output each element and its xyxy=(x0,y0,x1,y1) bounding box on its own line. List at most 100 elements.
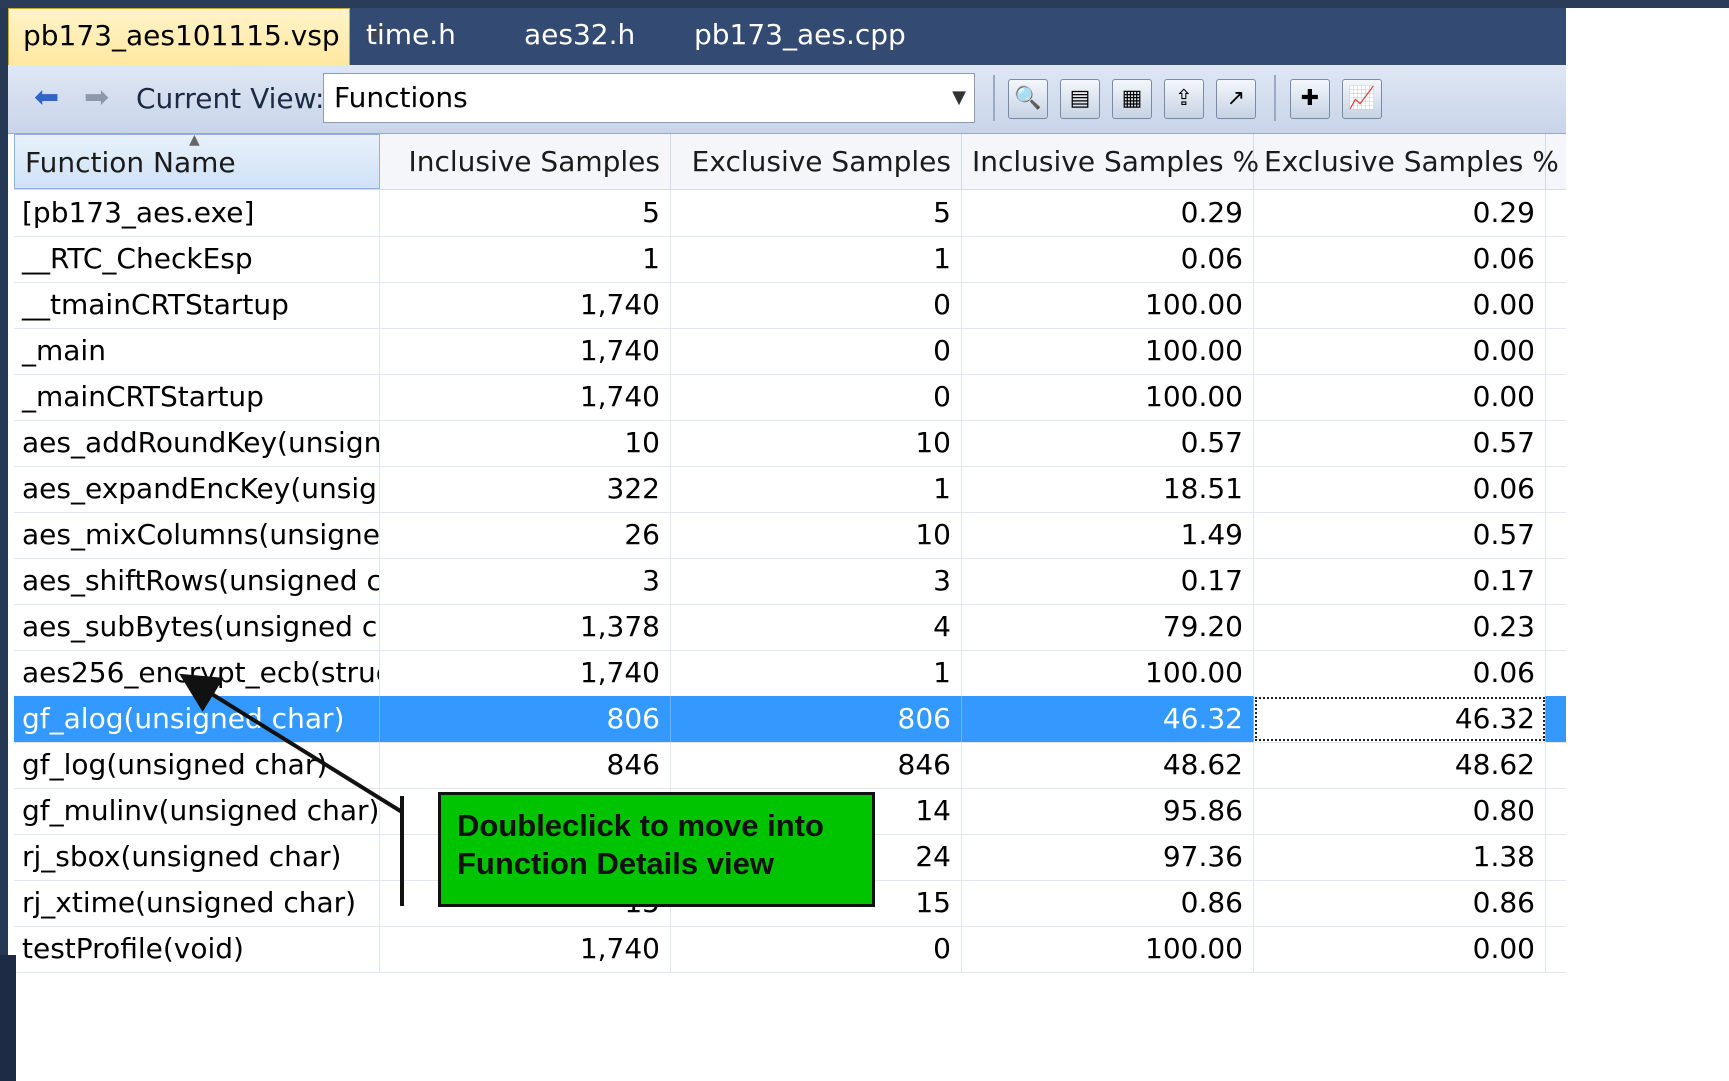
column-header-inclusive-percent[interactable]: Inclusive Samples % xyxy=(962,134,1259,189)
cell-inclusive-samples: 26 xyxy=(380,512,671,558)
cell-exclusive-samples: 4 xyxy=(671,604,962,650)
table-row[interactable]: aes_addRoundKey(unsigned 10 10 0.57 0.57 xyxy=(14,420,1566,467)
tab-vsp-report[interactable]: pb173_aes101115.vsp ✕ xyxy=(8,8,387,65)
table-row[interactable]: __RTC_CheckEsp 1 1 0.06 0.06 xyxy=(14,236,1566,283)
table-row[interactable]: _main 1,740 0 100.00 0.00 xyxy=(14,328,1566,375)
callout-line-2: Function Details view xyxy=(457,846,774,881)
cell-inclusive-percent: 100.00 xyxy=(962,282,1254,328)
cell-exclusive-percent: 0.23 xyxy=(1254,604,1546,650)
cell-inclusive-percent: 100.00 xyxy=(962,374,1254,420)
chevron-down-icon[interactable]: ▼ xyxy=(952,74,966,122)
cell-inclusive-percent: 0.06 xyxy=(962,236,1254,282)
report-toolbar: ⬅ ➡ Current View: Functions ▼ 🔍 ▤ ▦ ⇪ ↗ … xyxy=(8,65,1566,134)
cell-exclusive-percent: 0.00 xyxy=(1254,282,1546,328)
cell-inclusive-percent: 0.57 xyxy=(962,420,1254,466)
cell-inclusive-percent: 46.32 xyxy=(962,696,1254,742)
current-view-select[interactable]: Functions ▼ xyxy=(323,73,975,123)
table-row[interactable]: gf_alog(unsigned char) 806 806 46.32 46.32 xyxy=(14,696,1566,743)
export-icon[interactable]: ⇪ xyxy=(1164,79,1204,119)
table-row[interactable]: aes256_encrypt_ecb(struct a1,7401100.000… xyxy=(14,650,1566,697)
table-row[interactable]: [pb173_aes.exe] 5 5 0.29 0.29 xyxy=(14,190,1566,237)
table-row[interactable]: aes_expandEncKey(unsigned322118.510.06 xyxy=(14,466,1566,513)
cell-exclusive-samples: 0 xyxy=(671,374,962,420)
show-code-icon[interactable]: ▤ xyxy=(1060,79,1100,119)
toolbar-separator xyxy=(993,75,995,121)
table-row[interactable]: __tmainCRTStartup 1,740 0 100.00 0.00 xyxy=(14,282,1566,329)
cell-function-name: aes256_encrypt_ecb(struct a xyxy=(14,650,380,696)
table-row[interactable]: gf_log(unsigned char) 846 846 48.62 48.62 xyxy=(14,742,1566,789)
column-header-exclusive-samples[interactable]: Exclusive Samples xyxy=(671,134,962,189)
document-tab-strip: pb173_aes101115.vsp ✕ time.h aes32.h pb17… xyxy=(8,8,1566,65)
cell-exclusive-samples: 1 xyxy=(671,466,962,512)
cell-function-name: _mainCRTStartup xyxy=(14,374,380,420)
cell-inclusive-samples: 1,740 xyxy=(380,374,671,420)
cell-function-name: aes_mixColumns(unsigned c xyxy=(14,512,380,558)
tab-time-h[interactable]: time.h xyxy=(352,8,470,65)
compare-icon[interactable]: ▦ xyxy=(1112,79,1152,119)
cell-exclusive-percent: 48.62 xyxy=(1254,742,1546,788)
add-columns-icon[interactable]: ✚ xyxy=(1290,79,1330,119)
column-header-exclusive-percent[interactable]: Exclusive Samples % xyxy=(1254,134,1559,189)
cell-inclusive-percent: 18.51 xyxy=(962,466,1254,512)
cell-exclusive-samples: 3 xyxy=(671,558,962,604)
cell-exclusive-samples: 806 xyxy=(671,696,962,742)
callout-line-1: Doubleclick to move into xyxy=(457,808,824,843)
cell-exclusive-percent: 0.06 xyxy=(1254,650,1546,696)
table-header: ▲ Function Name Inclusive Samples Exclus… xyxy=(14,132,1566,190)
table-row[interactable]: aes_mixColumns(unsigned c26101.490.57 xyxy=(14,512,1566,559)
cell-inclusive-samples: 806 xyxy=(380,696,671,742)
cell-function-name: aes_shiftRows(unsigned cha xyxy=(14,558,380,604)
window-frame-top xyxy=(0,0,1729,8)
cell-inclusive-percent: 97.36 xyxy=(962,834,1254,880)
cell-exclusive-samples: 0 xyxy=(671,282,962,328)
cell-exclusive-samples: 10 xyxy=(671,420,962,466)
cell-function-name: gf_mulinv(unsigned char) xyxy=(14,788,380,834)
cell-inclusive-percent: 0.86 xyxy=(962,880,1254,926)
instruction-callout: Doubleclick to move into Function Detail… xyxy=(438,792,875,907)
selection-extension xyxy=(1548,696,1566,742)
back-arrow-icon[interactable]: ⬅ xyxy=(34,81,59,115)
cell-exclusive-percent: 0.00 xyxy=(1254,926,1546,972)
table-row[interactable]: _mainCRTStartup 1,740 0 100.00 0.00 xyxy=(14,374,1566,421)
tab-label: pb173_aes.cpp xyxy=(694,18,906,51)
save-view-icon[interactable]: ↗ xyxy=(1216,79,1256,119)
tab-aes32-h[interactable]: aes32.h xyxy=(510,8,649,65)
cell-function-name: __tmainCRTStartup xyxy=(14,282,380,328)
sort-ascending-icon: ▲ xyxy=(189,132,200,148)
cell-inclusive-percent: 0.29 xyxy=(962,190,1254,236)
cell-exclusive-samples: 10 xyxy=(671,512,962,558)
cell-function-name: testProfile(void) xyxy=(14,926,380,972)
cell-function-name: rj_sbox(unsigned char) xyxy=(14,834,380,880)
cell-function-name: _main xyxy=(14,328,380,374)
cell-function-name: [pb173_aes.exe] xyxy=(14,190,380,236)
tab-pb173-aes-cpp[interactable]: pb173_aes.cpp xyxy=(680,8,920,65)
column-header-inclusive-samples[interactable]: Inclusive Samples xyxy=(380,134,671,189)
cell-exclusive-samples: 1 xyxy=(671,650,962,696)
cell-function-name: gf_alog(unsigned char) xyxy=(14,696,380,742)
cell-function-name: gf_log(unsigned char) xyxy=(14,742,380,788)
cell-function-name: aes_expandEncKey(unsigned xyxy=(14,466,380,512)
table-row[interactable]: aes_shiftRows(unsigned cha 3 3 0.17 0.17 xyxy=(14,558,1566,605)
cell-exclusive-percent: 0.00 xyxy=(1254,374,1546,420)
column-header-function-name[interactable]: ▲ Function Name xyxy=(14,132,380,189)
cell-inclusive-percent: 100.00 xyxy=(962,328,1254,374)
cell-inclusive-samples: 1,740 xyxy=(380,328,671,374)
cell-exclusive-percent: 0.80 xyxy=(1254,788,1546,834)
cell-inclusive-samples: 3 xyxy=(380,558,671,604)
table-row[interactable]: testProfile(void) 1,740 0 100.00 0.00 xyxy=(14,926,1566,973)
cell-exclusive-samples: 1 xyxy=(671,236,962,282)
current-view-value: Functions xyxy=(334,81,468,114)
table-row[interactable]: aes_subBytes(unsigned char1,378479.200.2… xyxy=(14,604,1566,651)
column-header-label: Function Name xyxy=(25,146,236,179)
cell-exclusive-percent: 0.57 xyxy=(1254,512,1546,558)
cell-exclusive-samples: 846 xyxy=(671,742,962,788)
window-frame-left xyxy=(0,0,8,1081)
cell-exclusive-percent: 46.32 xyxy=(1254,696,1546,742)
chart-icon[interactable]: 📈 xyxy=(1342,79,1382,119)
forward-arrow-icon[interactable]: ➡ xyxy=(84,81,109,115)
cell-exclusive-samples: 0 xyxy=(671,328,962,374)
cell-inclusive-samples: 846 xyxy=(380,742,671,788)
filter-icon[interactable]: 🔍 xyxy=(1008,79,1048,119)
tab-label: pb173_aes101115.vsp xyxy=(23,19,340,52)
cell-exclusive-percent: 0.57 xyxy=(1254,420,1546,466)
